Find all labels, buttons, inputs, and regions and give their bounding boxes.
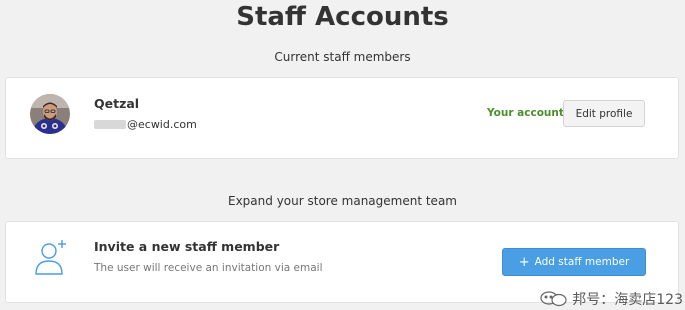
staff-member-card: Qetzal @ecwid.com Your account Edit prof…	[5, 77, 679, 159]
invite-title: Invite a new staff member	[94, 239, 280, 254]
invite-description: The user will receive an invitation via …	[94, 262, 323, 274]
member-email-domain: @ecwid.com	[127, 118, 197, 131]
avatar	[30, 94, 70, 134]
page-title: Staff Accounts	[236, 2, 449, 32]
expand-team-heading: Expand your store management team	[228, 194, 457, 208]
edit-profile-button[interactable]: Edit profile	[563, 100, 645, 127]
watermark: 邦号：海卖店123	[540, 290, 683, 308]
member-email: @ecwid.com	[94, 118, 197, 131]
member-name: Qetzal	[94, 96, 140, 111]
add-staff-member-label: Add staff member	[534, 256, 630, 268]
current-staff-heading: Current staff members	[274, 50, 411, 64]
add-staff-member-button[interactable]: + Add staff member	[502, 248, 646, 276]
chat-bubbles-icon	[540, 291, 568, 307]
plus-icon: +	[518, 254, 530, 270]
add-user-icon	[32, 238, 70, 278]
email-redaction	[94, 120, 126, 129]
watermark-text: 邦号：海卖店123	[572, 292, 683, 308]
your-account-badge: Your account	[487, 107, 564, 119]
